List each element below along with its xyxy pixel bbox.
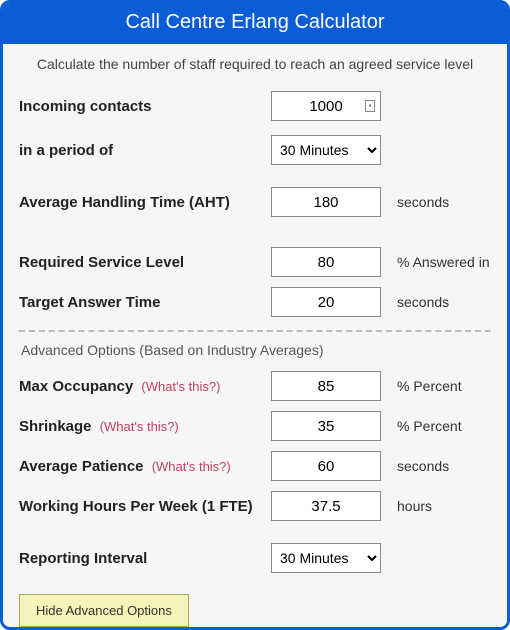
row-service-level: Required Service Level % Answered in	[19, 242, 491, 282]
row-aht: Average Handling Time (AHT) seconds	[19, 182, 491, 222]
row-avg-patience: Average Patience (What's this?) seconds	[19, 446, 491, 486]
working-hours-input[interactable]	[271, 491, 381, 521]
unit-aht: seconds	[391, 194, 491, 210]
service-level-input[interactable]	[271, 247, 381, 277]
divider	[19, 330, 491, 332]
row-working-hours: Working Hours Per Week (1 FTE) hours	[19, 486, 491, 526]
number-stepper-icon[interactable]: ▪	[365, 100, 375, 112]
label-shrinkage: Shrinkage (What's this?)	[19, 418, 261, 435]
shrinkage-input[interactable]	[271, 411, 381, 441]
input-wrap: ▪	[271, 91, 381, 121]
intro-text: Calculate the number of staff required t…	[3, 44, 507, 86]
whats-this-link[interactable]: (What's this?)	[100, 419, 179, 434]
unit-working-hours: hours	[391, 498, 491, 514]
label-max-occupancy: Max Occupancy (What's this?)	[19, 378, 261, 395]
label-max-occupancy-text: Max Occupancy	[19, 378, 133, 395]
row-shrinkage: Shrinkage (What's this?) % Percent	[19, 406, 491, 446]
label-incoming-contacts: Incoming contacts	[19, 98, 261, 115]
label-avg-patience-text: Average Patience	[19, 458, 144, 475]
advanced-heading: Advanced Options (Based on Industry Aver…	[19, 336, 491, 366]
calculator-card: Call Centre Erlang Calculator Calculate …	[0, 0, 510, 630]
reporting-interval-select[interactable]: 30 Minutes	[271, 543, 381, 573]
aht-input[interactable]	[271, 187, 381, 217]
label-service-level: Required Service Level	[19, 254, 261, 271]
hide-advanced-button[interactable]: Hide Advanced Options	[19, 594, 189, 627]
whats-this-link[interactable]: (What's this?)	[141, 379, 220, 394]
form: Incoming contacts ▪ in a period of 30 Mi…	[3, 86, 507, 630]
label-period: in a period of	[19, 142, 261, 159]
row-reporting-interval: Reporting Interval 30 Minutes	[19, 538, 491, 578]
unit-target-answer: seconds	[391, 294, 491, 310]
unit-avg-patience: seconds	[391, 458, 491, 474]
unit-max-occupancy: % Percent	[391, 378, 491, 394]
row-incoming-contacts: Incoming contacts ▪	[19, 86, 491, 126]
unit-service-level: % Answered in	[391, 254, 491, 270]
target-answer-input[interactable]	[271, 287, 381, 317]
label-avg-patience: Average Patience (What's this?)	[19, 458, 261, 475]
row-period: in a period of 30 Minutes	[19, 130, 491, 170]
whats-this-link[interactable]: (What's this?)	[152, 459, 231, 474]
row-max-occupancy: Max Occupancy (What's this?) % Percent	[19, 366, 491, 406]
max-occupancy-input[interactable]	[271, 371, 381, 401]
period-select[interactable]: 30 Minutes	[271, 135, 381, 165]
row-target-answer: Target Answer Time seconds	[19, 282, 491, 322]
unit-shrinkage: % Percent	[391, 418, 491, 434]
label-working-hours: Working Hours Per Week (1 FTE)	[19, 498, 261, 515]
label-reporting-interval: Reporting Interval	[19, 550, 261, 567]
label-target-answer: Target Answer Time	[19, 294, 261, 311]
label-shrinkage-text: Shrinkage	[19, 418, 92, 435]
card-title: Call Centre Erlang Calculator	[3, 3, 507, 44]
avg-patience-input[interactable]	[271, 451, 381, 481]
label-aht: Average Handling Time (AHT)	[19, 194, 261, 211]
